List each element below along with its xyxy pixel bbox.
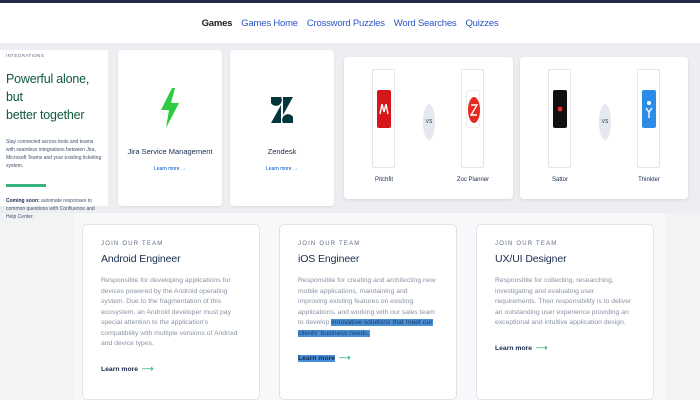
job-description: Responsible for creating and architectin… [298,276,438,339]
job-description: Responsible for collecting, researching,… [495,277,632,327]
learn-more-label: Learn more [298,355,336,363]
intro-accent-bar [6,184,46,188]
learn-more-link[interactable]: Learn more ⟶ [101,364,154,373]
sattor-icon [553,90,567,128]
job-kicker: JOIN OUR TEAM [298,241,361,247]
zoc-planner-icon [466,90,480,128]
vs-badge: VS [599,104,611,140]
app-box-left [548,69,571,168]
vs-badge: VS [423,104,435,140]
nav-item-crossword-puzzles[interactable]: Crossword Puzzles [307,18,385,29]
integrations-intro: INTEGRATIONS Powerful alone, but better … [0,50,108,220]
thinkter-icon [642,90,656,128]
pitchfit-icon [377,90,391,128]
learn-more-link[interactable]: Learn more ⟶ [495,343,548,352]
job-description: Responsible for developing applications … [101,277,238,348]
job-card-android: JOIN OUR TEAM Android Engineer Responsib… [82,224,260,400]
app-box-right [637,69,660,168]
games-nav: Games Games Home Crossword Puzzles Word … [0,3,700,43]
app-name-right: Thinkter [638,177,660,183]
zendesk-icon [271,97,293,128]
jira-service-management-icon [159,88,181,133]
nav-item-games-home[interactable]: Games Home [241,18,298,29]
comparison-card-2[interactable]: VS Sattor Thinkter [520,57,688,199]
job-kicker: JOIN OUR TEAM [101,241,164,247]
intro-title-line1: Powerful alone, but [6,72,90,105]
nav-item-games[interactable]: Games [202,18,233,29]
arrow-right-icon: ⟶ [339,353,351,363]
job-kicker: JOIN OUR TEAM [495,241,558,247]
app-box-right [461,69,484,168]
learn-more-label: Learn more [101,365,139,373]
nav-item-word-searches[interactable]: Word Searches [394,18,457,29]
learn-more-label: Learn more [495,344,533,352]
intro-title: Powerful alone, but better together [6,70,102,124]
job-card-ios: JOIN OUR TEAM iOS Engineer Responsible f… [279,224,457,400]
app-name-left: Pitchfit [374,177,393,183]
coming-soon-label: Coming soon: [6,198,40,205]
app-box-left [372,69,395,168]
arrow-right-icon: ⟶ [536,342,548,352]
product-card-zendesk[interactable]: Zendesk Learn more → [230,50,334,206]
job-title: iOS Engineer [298,253,360,265]
job-card-ux-ui: JOIN OUR TEAM UX/UI Designer Responsible… [476,224,654,400]
app-name-left: Sattor [551,177,568,183]
intro-body: Stay connected across tools and teams wi… [6,139,102,170]
comparison-card-1[interactable]: VS Pitchfit Zoc Planner [344,57,513,199]
product-learn-more-link[interactable]: Learn more → [118,166,222,172]
product-learn-more-link[interactable]: Learn more → [230,166,334,172]
product-name: Jira Service Management [127,147,213,156]
app-name-right: Zoc Planner [456,177,490,183]
product-name: Zendesk [267,147,297,156]
intro-title-line2: better together [6,108,85,123]
nav-item-quizzes[interactable]: Quizzes [465,18,498,29]
arrow-right-icon: ⟶ [142,363,154,373]
intro-kicker: INTEGRATIONS [6,53,45,58]
job-title: UX/UI Designer [495,253,567,265]
job-title: Android Engineer [101,253,181,265]
learn-more-link[interactable]: Learn more ⟶ [298,353,351,363]
product-card-jira[interactable]: Jira Service Management Learn more → [118,50,222,206]
